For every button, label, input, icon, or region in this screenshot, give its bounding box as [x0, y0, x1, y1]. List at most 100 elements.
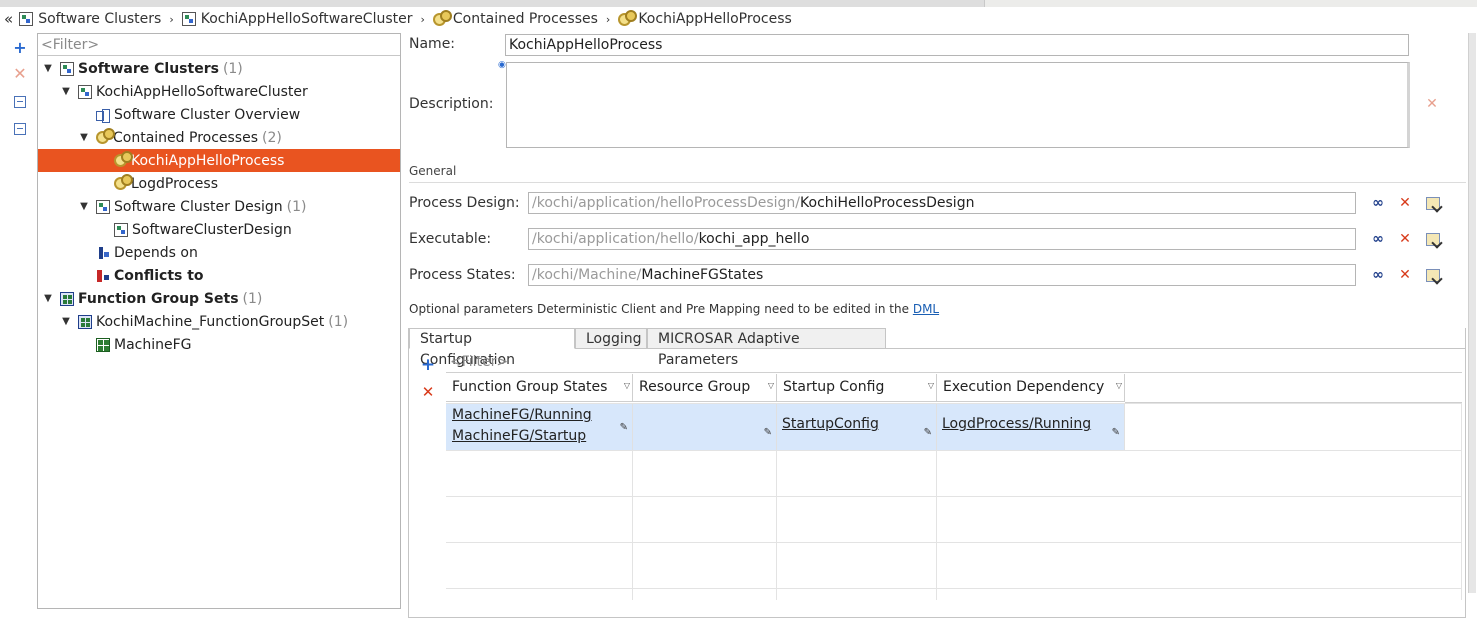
tree-item-label: Software Cluster Design: [114, 198, 283, 215]
tree-item-count: (1): [328, 313, 349, 330]
breadcrumb-item-contained-processes[interactable]: Contained Processes: [453, 11, 598, 27]
collapse-all-icon[interactable]: [14, 123, 26, 135]
breadcrumb-separator: ›: [420, 12, 425, 26]
dml-note: Optional parameters Deterministic Client…: [409, 302, 940, 316]
function-group-icon: [96, 337, 110, 352]
dependency-icon: [96, 246, 110, 260]
name-field[interactable]: KochiAppHelloProcess: [505, 34, 1409, 56]
filter-icon[interactable]: ▽: [928, 373, 934, 399]
tree-item-logd-process[interactable]: LogdProcess: [96, 172, 218, 195]
tree-item-count: (1): [286, 198, 307, 215]
browse-icon[interactable]: [1426, 269, 1440, 282]
clear-description-icon[interactable]: ✕: [1424, 96, 1440, 112]
tree-item-software-clusters[interactable]: ▼ Software Clusters (1): [42, 57, 243, 80]
browse-icon[interactable]: [1426, 197, 1440, 210]
expand-arrow-icon[interactable]: ▼: [42, 63, 54, 74]
section-general: General: [409, 164, 457, 178]
breadcrumb-separator: ›: [605, 12, 611, 26]
cell-startup-config[interactable]: StartupConfig ✎: [777, 403, 937, 450]
column-header-startup-config[interactable]: Startup Config ▽: [777, 374, 937, 402]
tree-item-machine-fgset[interactable]: ▼ KochiMachine_FunctionGroupSet (1): [60, 310, 348, 333]
edit-pencil-icon[interactable]: ✎: [1112, 427, 1120, 438]
filter-icon[interactable]: ▽: [624, 373, 630, 399]
expand-arrow-icon[interactable]: ▼: [60, 316, 72, 327]
process-design-field[interactable]: /kochi/application/helloProcessDesign/Ko…: [528, 192, 1356, 214]
cell-resource-group[interactable]: ✎: [633, 403, 777, 450]
filter-icon[interactable]: ▽: [768, 373, 774, 399]
tree-item-hello-process[interactable]: KochiAppHelloProcess: [38, 149, 400, 172]
vertical-scrollbar[interactable]: [1468, 33, 1476, 593]
tree-item-cluster-design[interactable]: ▼ Software Cluster Design (1): [78, 195, 307, 218]
process-icon: [618, 9, 638, 26]
tree-item-contained-processes[interactable]: ▼ Contained Processes (2): [78, 126, 282, 149]
breadcrumb-separator: ›: [169, 12, 174, 26]
cell-execution-dependency[interactable]: LogdProcess/Running ✎: [937, 403, 1125, 450]
link-icon[interactable]: ∞: [1370, 267, 1386, 283]
process-group-icon: [432, 9, 452, 26]
breadcrumb-item-process[interactable]: KochiAppHelloProcess: [638, 11, 791, 27]
cluster-design-icon: [114, 222, 128, 237]
link-icon[interactable]: ∞: [1370, 195, 1386, 211]
description-field[interactable]: [506, 62, 1410, 148]
table-filter-input[interactable]: <Filter>: [446, 351, 1462, 373]
executable-label: Executable:: [409, 231, 492, 247]
cell-function-group-states[interactable]: MachineFG/Running MachineFG/Startup ✎: [446, 403, 633, 450]
process-states-label: Process States:: [409, 267, 516, 283]
tree-item-count: (1): [222, 60, 243, 77]
tab-startup-configuration[interactable]: Startup Configuration: [409, 328, 575, 368]
column-header-resource-group[interactable]: Resource Group ▽: [633, 374, 777, 402]
delete-row-icon[interactable]: ✕: [420, 384, 436, 400]
edit-pencil-icon[interactable]: ✎: [924, 427, 932, 438]
column-header-function-group-states[interactable]: Function Group States ▽: [446, 374, 633, 402]
tree-item-label: Contained Processes: [113, 129, 259, 146]
process-states-field[interactable]: /kochi/Machine/MachineFGStates: [528, 264, 1356, 286]
tab-microsar-adaptive-parameters[interactable]: MICROSAR Adaptive Parameters: [647, 328, 886, 368]
conflict-icon: [96, 269, 110, 283]
expand-arrow-icon[interactable]: ▼: [42, 293, 54, 304]
tree-item-overview[interactable]: Software Cluster Overview: [78, 103, 300, 126]
remove-reference-icon[interactable]: ✕: [1397, 267, 1413, 283]
process-group-icon: [96, 128, 115, 144]
remove-reference-icon[interactable]: ✕: [1397, 195, 1413, 211]
tree-item-count: (2): [262, 129, 282, 146]
editor-tab-strip: [0, 0, 1477, 7]
add-icon[interactable]: +: [10, 38, 30, 58]
tree-item-function-group-sets[interactable]: ▼ Function Group Sets (1): [42, 287, 262, 310]
browse-icon[interactable]: [1426, 233, 1440, 246]
tree-item-depends-on[interactable]: Depends on: [78, 241, 198, 264]
expand-arrow-icon[interactable]: ▼: [78, 201, 90, 212]
function-group-sets-icon: [60, 291, 74, 306]
tree-item-cluster[interactable]: ▼ KochiAppHelloSoftwareCluster: [60, 80, 308, 103]
tree-item-label: Software Clusters: [78, 60, 219, 77]
edit-pencil-icon[interactable]: ✎: [764, 427, 772, 438]
tab-logging[interactable]: Logging: [575, 328, 647, 349]
tree-item-label: SoftwareClusterDesign: [132, 221, 292, 238]
dml-link[interactable]: DML: [913, 302, 939, 316]
tree-item-machine-fg[interactable]: MachineFG: [78, 333, 192, 356]
process-icon: [114, 151, 133, 167]
executable-field[interactable]: /kochi/application/hello/kochi_app_hello: [528, 228, 1356, 250]
tree-item-conflicts-to[interactable]: Conflicts to: [78, 264, 204, 287]
remove-reference-icon[interactable]: ✕: [1397, 231, 1413, 247]
tree-item-cluster-design-item[interactable]: SoftwareClusterDesign: [96, 218, 292, 241]
filter-icon[interactable]: ▽: [1116, 373, 1122, 399]
tree-item-label: Software Cluster Overview: [114, 106, 301, 123]
breadcrumb-back-icon[interactable]: «: [4, 10, 13, 28]
section-divider: [409, 182, 1466, 183]
expand-arrow-icon[interactable]: ▼: [78, 132, 90, 143]
breadcrumb-item-software-clusters[interactable]: Software Clusters: [38, 11, 161, 27]
breadcrumb-item-cluster[interactable]: KochiAppHelloSoftwareCluster: [201, 11, 413, 27]
expand-arrow-icon[interactable]: ▼: [60, 86, 72, 97]
expand-all-icon[interactable]: [14, 96, 26, 108]
add-row-icon[interactable]: +: [420, 357, 436, 374]
edit-pencil-icon[interactable]: ✎: [620, 417, 628, 438]
delete-icon[interactable]: ✕: [10, 64, 30, 84]
tree-item-label: Conflicts to: [114, 267, 204, 284]
column-header-execution-dependency[interactable]: Execution Dependency ▽: [937, 374, 1125, 402]
tree-filter-input[interactable]: <Filter>: [38, 34, 400, 56]
cluster-icon: [181, 12, 196, 26]
software-clusters-icon: [19, 12, 34, 26]
tree-item-label: Depends on: [114, 244, 198, 261]
function-group-set-icon: [78, 314, 92, 329]
link-icon[interactable]: ∞: [1370, 231, 1386, 247]
